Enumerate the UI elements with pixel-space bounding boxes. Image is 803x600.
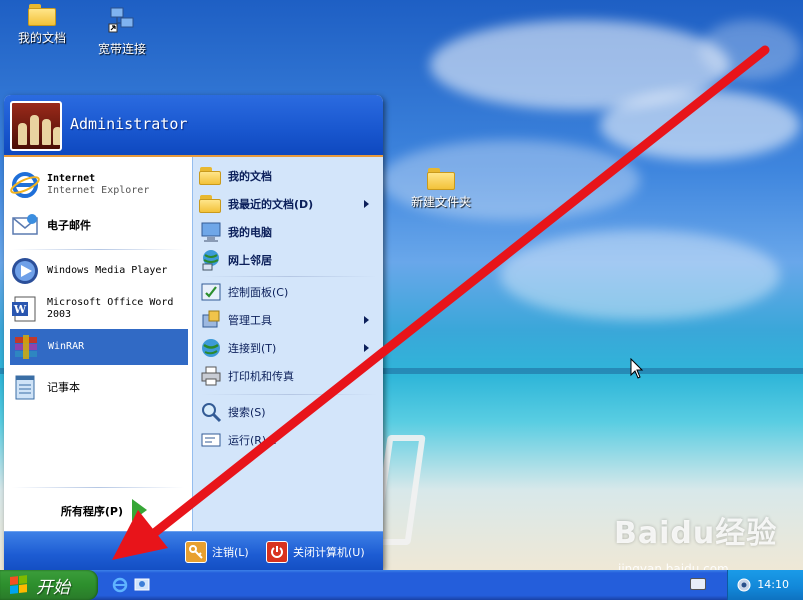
wmp-label: Windows Media Player	[47, 265, 168, 276]
start-right-control-panel[interactable]: 控制面板(C)	[199, 280, 377, 304]
control-panel-icon	[199, 280, 223, 304]
start-label: 开始	[36, 577, 70, 598]
all-programs-arrow-icon	[132, 499, 147, 521]
admin-tools-label: 管理工具	[228, 314, 272, 327]
my-computer-label: 我的电脑	[228, 226, 272, 239]
start-menu-footer: 注销(L) 关闭计算机(U)	[4, 531, 383, 570]
email-icon	[9, 209, 41, 241]
printer-icon	[199, 364, 223, 388]
svg-text:W: W	[13, 303, 27, 316]
control-panel-label: 控制面板(C)	[228, 286, 289, 299]
recent-documents-icon	[199, 195, 223, 213]
network-places-label: 网上邻居	[228, 254, 272, 267]
my-documents-icon	[28, 4, 56, 26]
network-places-icon	[199, 248, 223, 272]
watermark-url: jingyan.baidu.com	[618, 562, 729, 570]
network-status-icon[interactable]	[736, 577, 752, 593]
start-right-recent-documents[interactable]: 我最近的文档(D)	[199, 192, 377, 216]
mouse-cursor-icon	[630, 358, 644, 379]
clock[interactable]: 14:10	[757, 578, 789, 591]
keyboard-icon[interactable]	[690, 578, 706, 590]
start-menu: Administrator Internet Internet Explorer	[4, 95, 383, 570]
start-right-my-documents[interactable]: 我的文档	[199, 164, 377, 188]
system-tray: 14:10	[727, 570, 803, 600]
logoff-label: 注销(L)	[212, 546, 249, 559]
start-item-windows-media-player[interactable]: Windows Media Player	[9, 253, 189, 289]
shutdown-button[interactable]: 关闭计算机(U)	[266, 540, 365, 564]
user-avatar[interactable]	[10, 101, 62, 151]
recent-documents-label: 我最近的文档(D)	[228, 198, 314, 211]
notepad-icon	[9, 371, 41, 403]
start-item-notepad[interactable]: 记事本	[9, 369, 189, 405]
start-right-run[interactable]: 运行(R)...	[199, 428, 377, 452]
start-item-winrar[interactable]: WinRAR	[10, 329, 188, 365]
key-icon	[185, 541, 207, 563]
word-icon: W	[9, 293, 41, 325]
connect-to-label: 连接到(T)	[228, 342, 277, 355]
my-computer-icon	[199, 220, 223, 244]
start-right-printers[interactable]: 打印机和传真	[199, 364, 377, 388]
start-menu-right-pane: 我的文档 我最近的文档(D) 我的电脑 网上邻居 控制面板(C) 管理工具 连接…	[192, 157, 383, 531]
broadband-connection-icon	[82, 4, 162, 37]
start-menu-left-pane: Internet Internet Explorer 电子邮件 Windows …	[4, 157, 192, 531]
start-item-word-2003[interactable]: W Microsoft Office Word 2003	[9, 291, 189, 327]
word-label: Microsoft Office Word 2003	[47, 297, 174, 320]
start-right-search[interactable]: 搜索(S)	[199, 400, 377, 424]
quicklaunch-ie[interactable]	[110, 575, 130, 595]
connect-to-icon	[199, 336, 223, 360]
desktop-icon-label: 新建文件夹	[410, 195, 471, 209]
watermark-logo: Baidu经验	[614, 516, 778, 551]
power-icon	[266, 541, 288, 563]
start-menu-header: Administrator	[4, 95, 383, 157]
desktop-icon-label: 我的文档	[17, 31, 66, 45]
admin-tools-icon	[199, 308, 223, 332]
quicklaunch-desktop[interactable]	[132, 575, 152, 595]
windows-media-player-icon	[9, 255, 41, 287]
search-label: 搜索(S)	[228, 406, 266, 419]
start-item-internet-explorer[interactable]: Internet Internet Explorer	[9, 165, 189, 205]
desktop-icon-my-documents[interactable]: 我的文档	[2, 4, 82, 46]
internet-explorer-icon	[9, 169, 41, 201]
email-label: 电子邮件	[47, 218, 91, 232]
winrar-label: WinRAR	[48, 341, 85, 352]
start-right-my-computer[interactable]: 我的电脑	[199, 220, 377, 244]
internet-subtitle: Internet Explorer	[47, 185, 150, 196]
notepad-label: 记事本	[47, 380, 80, 394]
all-programs-button[interactable]: 所有程序(P)	[4, 491, 192, 531]
run-label: 运行(R)...	[228, 434, 277, 447]
run-icon	[199, 428, 223, 452]
start-right-admin-tools[interactable]: 管理工具	[199, 308, 377, 332]
winrar-icon	[10, 331, 42, 363]
user-name: Administrator	[70, 115, 188, 133]
logoff-button[interactable]: 注销(L)	[185, 540, 249, 564]
desktop-icon-label: 宽带连接	[97, 42, 146, 56]
printers-label: 打印机和传真	[228, 370, 294, 383]
start-right-network-places[interactable]: 网上邻居	[199, 248, 377, 272]
submenu-arrow-icon	[364, 316, 369, 324]
search-icon	[199, 400, 223, 424]
desktop-icon-broadband[interactable]: 宽带连接	[82, 4, 162, 57]
my-documents-label: 我的文档	[228, 170, 272, 183]
start-right-connect-to[interactable]: 连接到(T)	[199, 336, 377, 360]
submenu-arrow-icon	[364, 200, 369, 208]
show-desktop-icon	[134, 578, 150, 591]
submenu-arrow-icon	[364, 344, 369, 352]
windows-flag-icon	[10, 575, 28, 595]
folder-icon	[427, 168, 455, 190]
my-documents-icon	[199, 167, 223, 185]
all-programs-label: 所有程序(P)	[60, 505, 123, 518]
internet-title: Internet	[47, 173, 96, 184]
desktop-icon-new-folder[interactable]: 新建文件夹	[401, 168, 481, 210]
taskbar: 开始 14:10	[0, 570, 803, 600]
internet-explorer-icon	[112, 577, 128, 593]
start-item-email[interactable]: 电子邮件	[9, 205, 189, 245]
shutdown-label: 关闭计算机(U)	[293, 546, 365, 559]
start-button[interactable]: 开始	[0, 570, 98, 600]
